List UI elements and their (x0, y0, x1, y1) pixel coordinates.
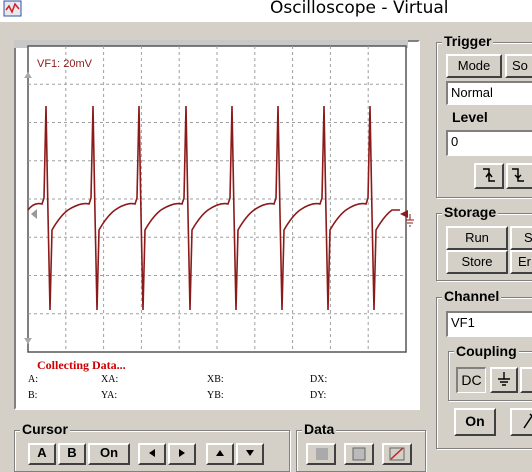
cursor-down-button[interactable] (236, 443, 264, 465)
falling-edge-icon (477, 168, 501, 187)
cursor-on-button[interactable]: On (88, 443, 130, 465)
data-load-button[interactable] (306, 443, 336, 465)
channel-on-button[interactable]: On (454, 408, 496, 436)
storage-title: Storage (442, 204, 499, 220)
cursor-a-button[interactable]: A (28, 443, 56, 465)
coupling-ground-button[interactable] (490, 367, 518, 393)
readout-xb: XB: (207, 374, 224, 385)
channel-title: Channel (442, 288, 502, 304)
trigger-falling-button[interactable] (474, 163, 504, 189)
ground-icon (493, 372, 515, 391)
trigger-source-button[interactable]: So (505, 54, 532, 78)
arrow-right-icon (172, 449, 192, 463)
arrow-up-icon (210, 449, 230, 463)
channel-probe-button[interactable] (510, 408, 532, 436)
status-text: Collecting Data... (37, 358, 126, 372)
storage-single-button[interactable]: S (510, 226, 532, 250)
cursor-up-button[interactable] (206, 443, 234, 465)
channel-field[interactable]: VF1 (446, 311, 532, 337)
readout-dx: DX: (310, 374, 328, 385)
arrow-down-icon (240, 449, 260, 463)
probe-icon (516, 413, 532, 434)
coupling-ac-button[interactable] (520, 367, 532, 393)
coupling-title: Coupling (454, 343, 519, 359)
readout-ya: YA: (101, 390, 118, 401)
trigger-level-label: Level (450, 109, 490, 125)
arrow-left-icon (142, 449, 162, 463)
trigger-title: Trigger (442, 33, 494, 49)
data-title: Data (302, 421, 337, 437)
trigger-level-field[interactable]: 0 (446, 130, 532, 156)
coupling-dc-button[interactable]: DC (456, 367, 486, 393)
storage-erase-button[interactable]: Er (510, 250, 532, 274)
data-export-button[interactable] (382, 443, 412, 465)
waveform-display (24, 45, 414, 353)
readout-yb: YB: (207, 390, 224, 401)
title-bar: Oscilloscope - Virtual (0, 0, 532, 22)
trigger-rising-button[interactable] (506, 163, 532, 189)
cursor-right-button[interactable] (168, 443, 196, 465)
window-title: Oscilloscope - Virtual (270, 0, 449, 18)
channel-scale-label: VF1: 20mV (37, 58, 93, 70)
storage-store-button[interactable]: Store (446, 250, 508, 274)
trigger-mode-button[interactable]: Mode (446, 54, 502, 78)
storage-run-button[interactable]: Run (446, 226, 508, 250)
readout-dy: DY: (310, 390, 327, 401)
readout-xa: XA: (101, 374, 119, 385)
import-icon (309, 448, 333, 463)
app-icon (3, 0, 23, 18)
save-icon (347, 447, 371, 463)
data-save-button[interactable] (344, 443, 374, 465)
readout-b: B: (28, 390, 38, 401)
rising-edge-icon (508, 168, 532, 187)
cursor-b-button[interactable]: B (58, 443, 86, 465)
graph-icon (385, 447, 409, 463)
cursor-left-button[interactable] (138, 443, 166, 465)
cursor-title: Cursor (20, 421, 70, 437)
trigger-mode-field[interactable]: Normal (446, 81, 532, 105)
readout-a: A: (28, 374, 38, 385)
